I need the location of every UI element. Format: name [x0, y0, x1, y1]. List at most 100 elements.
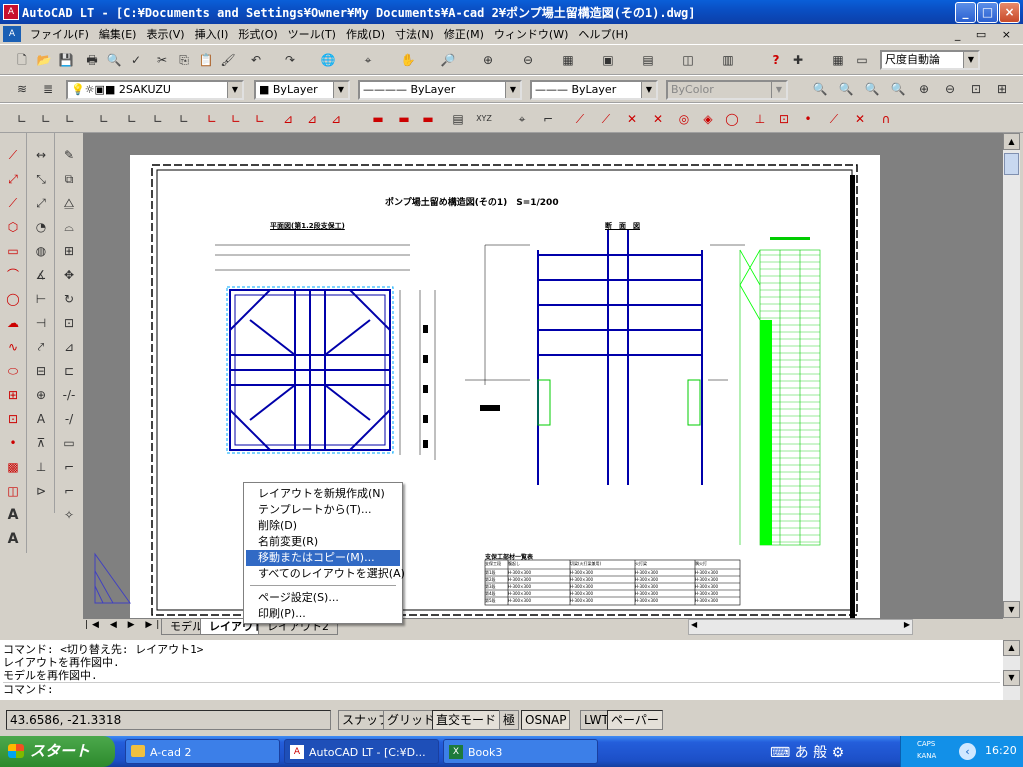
- snap-tangent-icon[interactable]: ◯: [724, 111, 740, 127]
- print-preview-icon[interactable]: 🔍: [106, 52, 122, 68]
- vdim-edit-icon[interactable]: A: [33, 411, 49, 427]
- vdim-update-icon[interactable]: ⊥: [33, 459, 49, 475]
- vdim-diameter-icon[interactable]: ◍: [33, 243, 49, 259]
- menu-dimension[interactable]: 寸法(N): [390, 26, 439, 42]
- vdim-tolerance-icon[interactable]: ⊟: [33, 363, 49, 379]
- vdim-baseline-icon[interactable]: ⊢: [33, 291, 49, 307]
- angular-dim-icon[interactable]: ∟: [150, 111, 166, 127]
- quick-dim-icon[interactable]: ∟: [176, 111, 192, 127]
- continue-dim-icon[interactable]: ∟: [228, 111, 244, 127]
- grid-toggle[interactable]: グリッド: [383, 710, 440, 730]
- menu-rename[interactable]: 名前変更(R): [246, 534, 400, 550]
- close-button[interactable]: ×: [999, 2, 1020, 23]
- command-scrollbar[interactable]: ▲ ▼: [1003, 640, 1020, 700]
- dim-edit-icon[interactable]: ⊿: [328, 111, 344, 127]
- explode-icon[interactable]: ✧: [61, 507, 77, 523]
- text-style-icon[interactable]: ▤: [450, 111, 466, 127]
- ellipse-icon[interactable]: ⬭: [5, 363, 21, 379]
- menu-file[interactable]: ファイル(F): [25, 26, 94, 42]
- zoom-out-icon[interactable]: ⊖: [942, 81, 958, 97]
- color-dropdown[interactable]: ■ ByLayer ▼: [254, 80, 350, 100]
- copy-object-icon[interactable]: ⧉: [61, 171, 77, 187]
- clock[interactable]: 16:20: [985, 744, 1017, 757]
- menu-window[interactable]: ウィンドウ(W): [489, 26, 573, 42]
- extend-icon[interactable]: -/: [61, 411, 77, 427]
- zoom-dynamic-icon[interactable]: 🔍: [838, 81, 854, 97]
- cmd-scroll-up[interactable]: ▲: [1003, 640, 1020, 656]
- ime-mode[interactable]: あ 般: [795, 745, 827, 761]
- move-icon[interactable]: ✥: [61, 267, 77, 283]
- coordinate-display[interactable]: 43.6586, -21.3318: [6, 710, 331, 730]
- autocad-app-icon[interactable]: A: [3, 4, 19, 20]
- snap-center-icon[interactable]: ◎: [676, 111, 692, 127]
- snap-insert-icon[interactable]: ⊡: [776, 111, 792, 127]
- tolerance-icon[interactable]: ⊿: [280, 111, 296, 127]
- spline-icon[interactable]: ∿: [5, 339, 21, 355]
- vdim-linear-icon[interactable]: ↔: [33, 147, 49, 163]
- circle-icon[interactable]: ◯: [5, 291, 21, 307]
- center-mark-icon[interactable]: ⊿: [304, 111, 320, 127]
- temp-track-icon[interactable]: ⌖: [514, 111, 530, 127]
- new-file-icon[interactable]: 🗋: [14, 52, 30, 68]
- construction-line-icon[interactable]: ⤢: [5, 171, 21, 187]
- offset-icon[interactable]: ⌓: [61, 219, 77, 235]
- minimize-button[interactable]: _: [955, 2, 976, 23]
- revcloud-icon[interactable]: ☁: [5, 315, 21, 331]
- radius-dim-icon[interactable]: ∟: [96, 111, 112, 127]
- rectangle-icon[interactable]: ▭: [5, 243, 21, 259]
- maximize-button[interactable]: □: [977, 2, 998, 23]
- layer-previous-icon[interactable]: ≣: [40, 81, 56, 97]
- aligned-dim-icon[interactable]: ∟: [38, 111, 54, 127]
- stretch-icon[interactable]: ⊿: [61, 339, 77, 355]
- ime-toolbar[interactable]: ⌨ あ 般 ⚙: [770, 742, 898, 762]
- snap-nearest-icon[interactable]: ⟋: [826, 111, 842, 127]
- menu-move-or-copy[interactable]: 移動またはコピー(M)...: [246, 550, 400, 566]
- menu-edit[interactable]: 編集(E): [94, 26, 142, 42]
- snap-endpoint-icon[interactable]: ⟋: [572, 111, 588, 127]
- show-hidden-icons-icon[interactable]: ‹: [959, 743, 976, 760]
- snap-quadrant-icon[interactable]: ◈: [700, 111, 716, 127]
- scroll-up-button[interactable]: ▲: [1003, 133, 1020, 150]
- zoom-icon[interactable]: 🔎: [440, 52, 456, 68]
- markup-icon[interactable]: ◫: [680, 52, 696, 68]
- zoom-window-icon[interactable]: ⊕: [480, 52, 496, 68]
- menu-modify[interactable]: 修正(M): [439, 26, 489, 42]
- dim-style-icon[interactable]: ▬: [420, 111, 436, 127]
- properties-icon[interactable]: ▦: [560, 52, 576, 68]
- polyline-icon[interactable]: ⟋: [5, 195, 21, 211]
- command-prompt[interactable]: コマンド:: [3, 682, 1000, 696]
- hscroll-right-button[interactable]: ▶: [904, 620, 910, 629]
- fillet-icon[interactable]: ⌐: [61, 483, 77, 499]
- copy-icon[interactable]: ⎘: [176, 52, 192, 68]
- task-excel-book3[interactable]: X Book3: [443, 739, 598, 764]
- menu-from-template[interactable]: テンプレートから(T)...: [246, 502, 400, 518]
- undo-icon[interactable]: ↶: [248, 52, 264, 68]
- tool-palette-icon[interactable]: ▤: [640, 52, 656, 68]
- open-file-icon[interactable]: 📂: [36, 52, 52, 68]
- vdim-continue-icon[interactable]: ⊣: [33, 315, 49, 331]
- keyboard-icon[interactable]: ⌨: [770, 745, 790, 761]
- layer-dropdown[interactable]: 💡☼▣■ 2SAKUZU ▼: [66, 80, 244, 100]
- lengthen-icon[interactable]: ⊏: [61, 363, 77, 379]
- dimstyle-dropdown[interactable]: 尺度自動論 ▼: [880, 50, 980, 70]
- drawing-area[interactable]: ポンプ場土留め構造図(その1) S=1/200 平面図(第1.2段支保工) 断 …: [83, 133, 1003, 620]
- break-icon[interactable]: ▭: [61, 435, 77, 451]
- zoom-center-icon[interactable]: 🔍: [890, 81, 906, 97]
- menu-draw[interactable]: 作成(D): [341, 26, 390, 42]
- document-icon[interactable]: A: [3, 26, 21, 42]
- redo-icon[interactable]: ↷: [282, 52, 298, 68]
- snap-from-osnap-icon[interactable]: ⌐: [540, 111, 556, 127]
- quickcalc-icon[interactable]: ▥: [720, 52, 736, 68]
- zoom-previous-icon[interactable]: ⊖: [520, 52, 536, 68]
- linear-dim-icon[interactable]: ∟: [14, 111, 30, 127]
- menu-format[interactable]: 形式(O): [233, 26, 282, 42]
- osnap-toggle[interactable]: OSNAP: [521, 710, 571, 730]
- layer-manager-icon[interactable]: ≋: [14, 81, 30, 97]
- vdim-aligned-icon[interactable]: ⤡: [33, 171, 49, 187]
- tab-nav-buttons[interactable]: |◀ ◀ ▶ ▶|: [85, 620, 163, 630]
- menu-view[interactable]: 表示(V): [141, 26, 189, 42]
- pan-icon[interactable]: ✋: [400, 52, 416, 68]
- command-window[interactable]: コマンド: <切り替え先: レイアウト1> レイアウトを再作図中. モデルを再作…: [0, 640, 1003, 700]
- help-icon[interactable]: ?: [768, 52, 784, 68]
- start-button[interactable]: スタート: [0, 736, 115, 767]
